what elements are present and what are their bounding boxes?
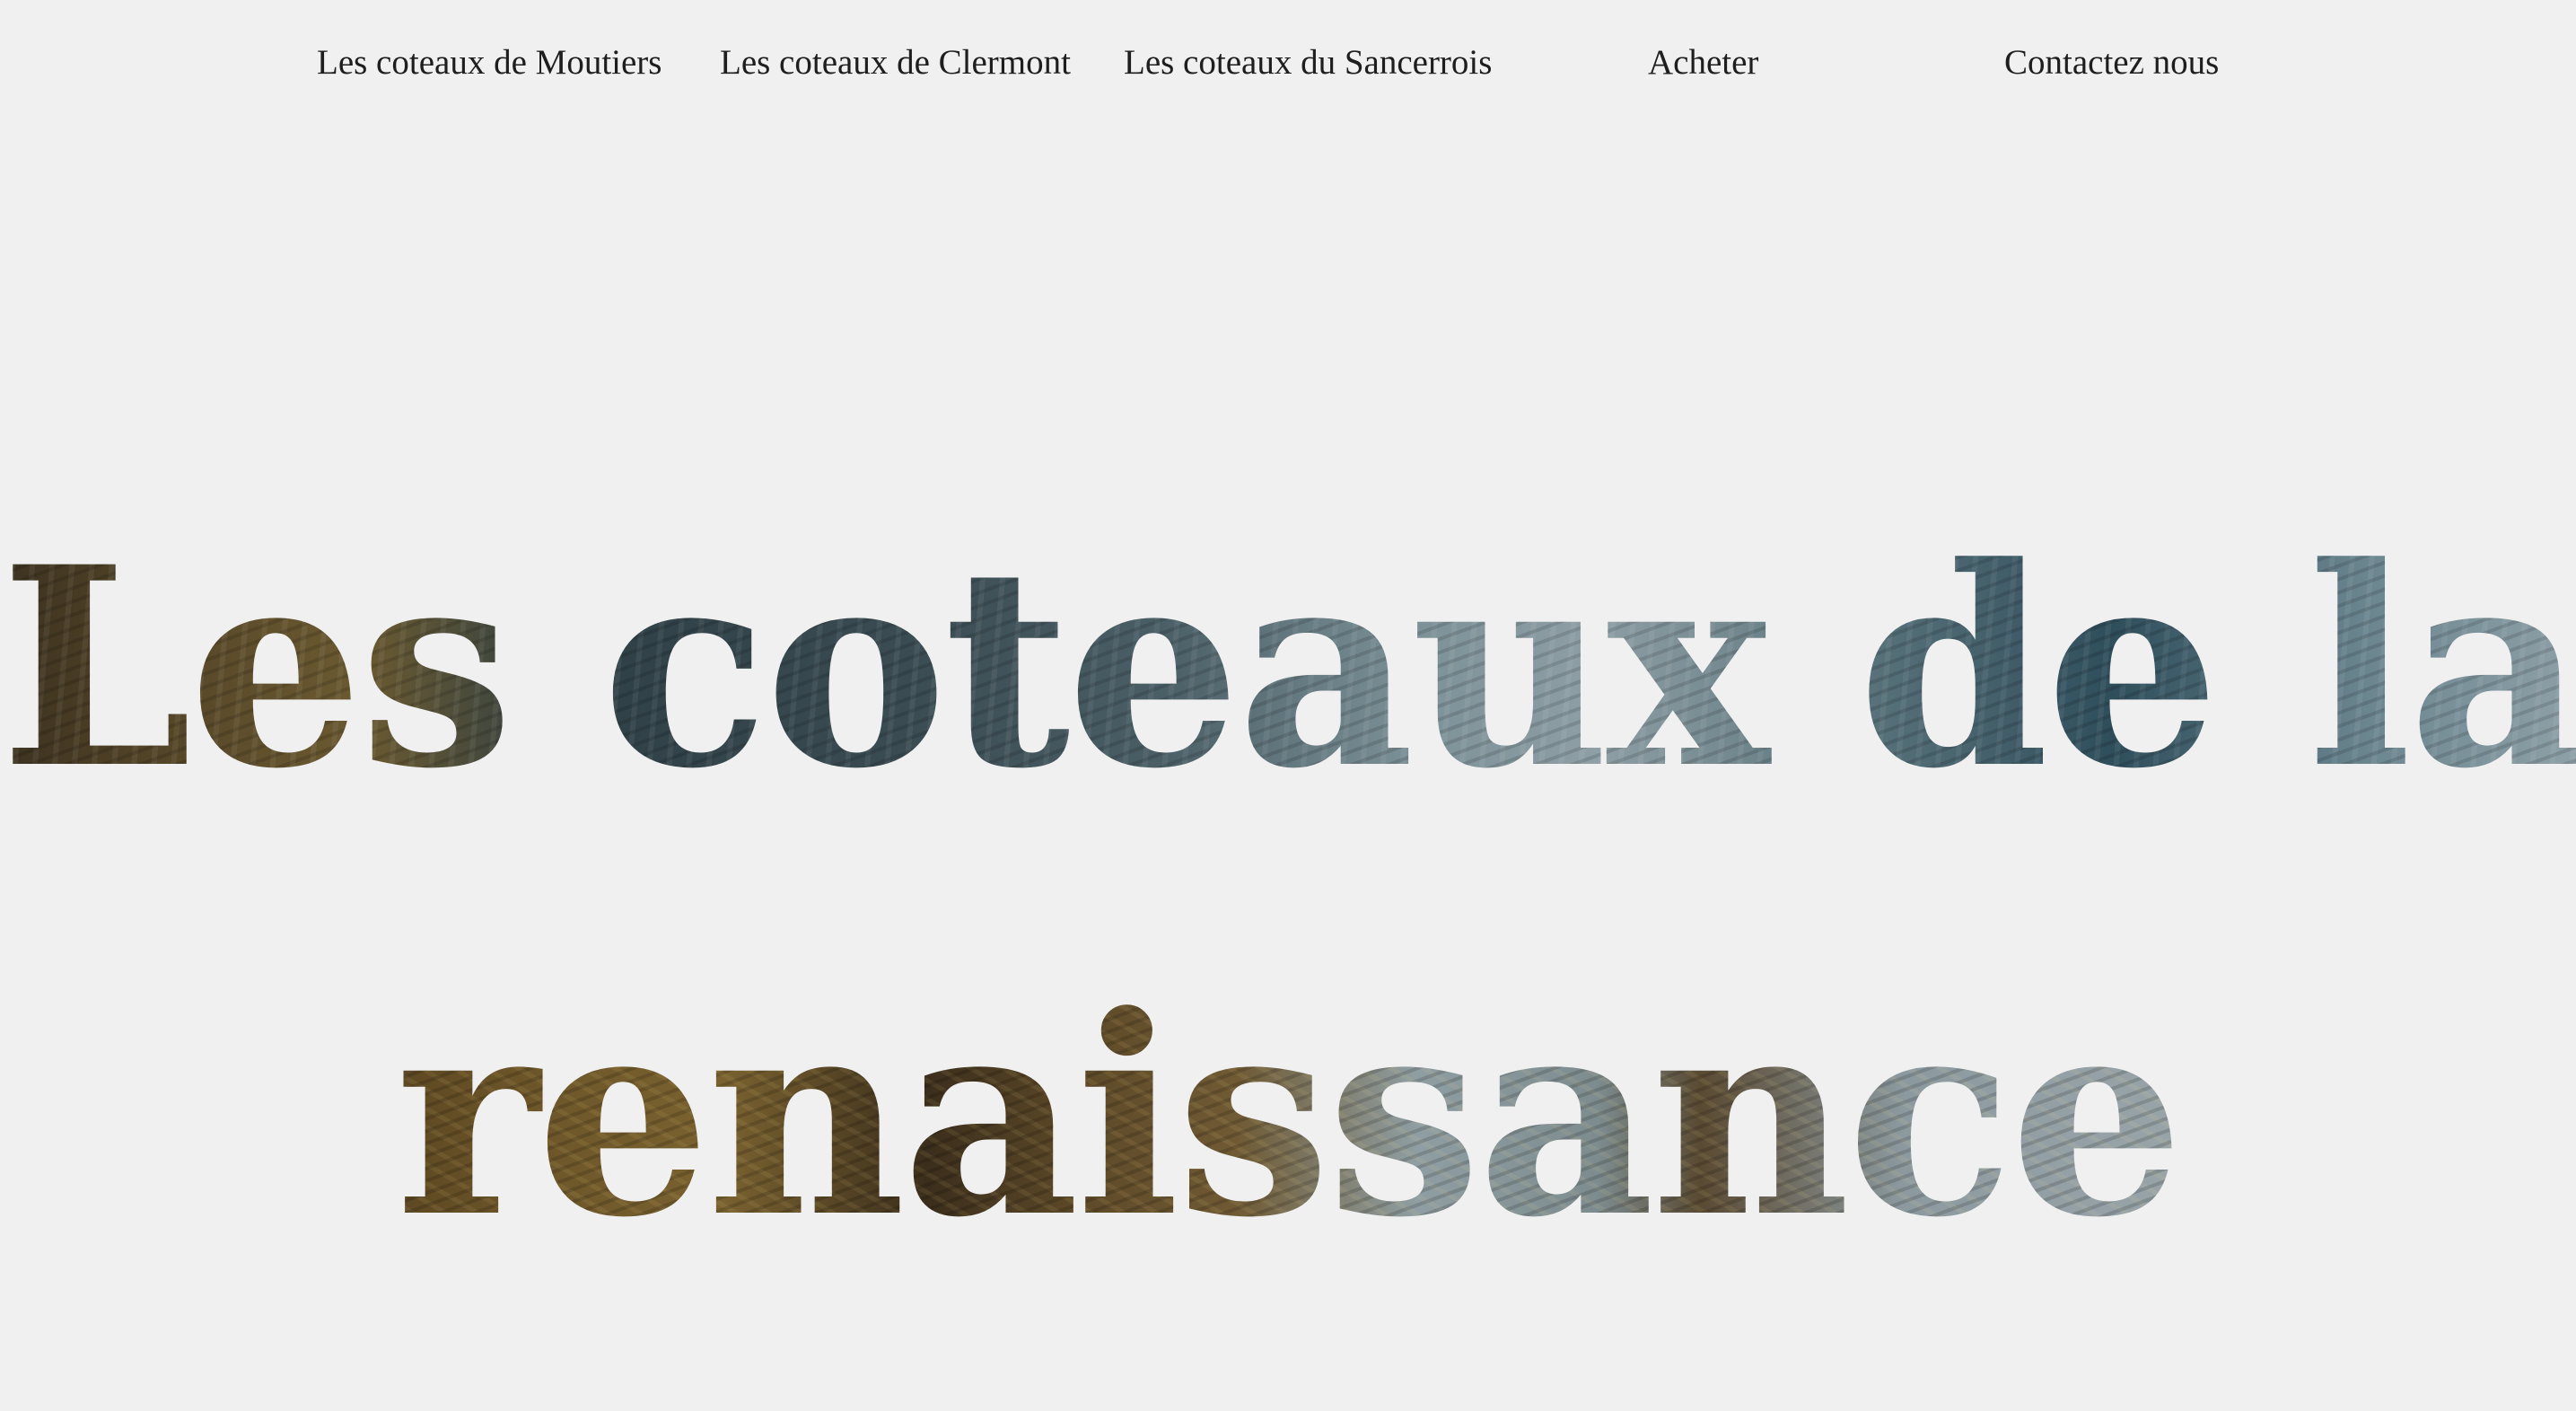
- hero-title-line-2: renaissance: [0, 955, 2576, 1279]
- nav-link-acheter[interactable]: Acheter: [1648, 36, 1758, 90]
- hero-title-line-1: Les coteaux de la: [0, 506, 2576, 830]
- main-navigation: Les coteaux de Moutiers Les coteaux de C…: [0, 0, 2576, 126]
- nav-link-coteaux-clermont[interactable]: Les coteaux de Clermont: [720, 36, 1071, 90]
- nav-link-coteaux-sancerrois[interactable]: Les coteaux du Sancerrois: [1124, 36, 1492, 90]
- nav-link-contactez-nous[interactable]: Contactez nous: [2004, 36, 2219, 90]
- hero-section: Les coteaux de la renaissance: [0, 269, 2576, 1279]
- nav-link-coteaux-moutiers[interactable]: Les coteaux de Moutiers: [317, 36, 662, 90]
